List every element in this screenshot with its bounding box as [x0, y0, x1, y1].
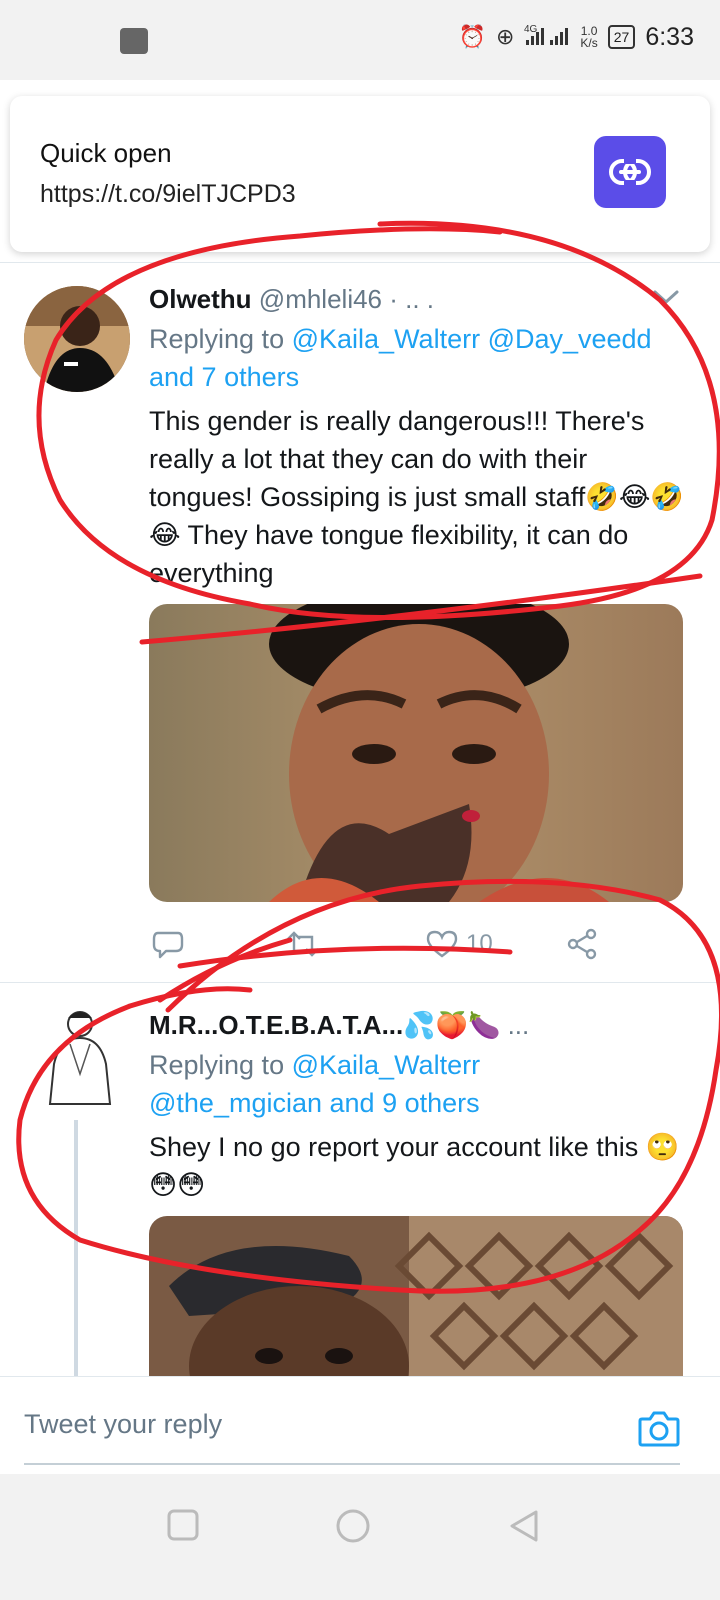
open-link-button[interactable] [594, 136, 666, 208]
reply-button[interactable] [152, 929, 286, 959]
tweet-text: This gender is really dangerous!!! There… [149, 406, 684, 588]
recents-button[interactable] [166, 1508, 200, 1542]
home-button[interactable] [335, 1508, 371, 1544]
link-icon [609, 158, 651, 186]
tweet-2[interactable]: M.R...O.T.E.B.A.T.A...💦🍑🍆 ... Replying t… [0, 984, 720, 1396]
alarm-icon: ⏰ [458, 24, 486, 49]
reply-composer: Tweet your reply [0, 1376, 720, 1471]
reply-context: Replying to @Kaila_Walterr @Day_veedd an… [149, 320, 689, 396]
quick-open-url[interactable]: https://t.co/9ielTJCPD3 [40, 180, 296, 209]
retweet-icon [287, 931, 319, 957]
share-icon [567, 928, 597, 960]
tweet-author[interactable]: Olwethu @mhleli46 · .. . [149, 284, 434, 315]
notification-icon [120, 28, 148, 54]
name-suffix: ... [500, 1010, 530, 1040]
tweet-reply-input[interactable]: Tweet your reply [24, 1409, 222, 1440]
network-rate-unit: K/s [580, 36, 598, 50]
author-name[interactable]: Olwethu [149, 284, 252, 314]
reply-mentions[interactable]: @Kaila_Walterr [292, 1050, 480, 1080]
tweet-image[interactable] [149, 1216, 683, 1396]
tweet-actions: 10 [152, 928, 612, 960]
tweet-image[interactable] [149, 604, 683, 902]
battery-indicator: 27 [607, 25, 636, 49]
avatar[interactable] [40, 1004, 120, 1116]
reply-others-link[interactable]: and 7 others [149, 362, 299, 392]
reply-mentions[interactable]: @Kaila_Walterr @Day_veedd [292, 324, 652, 354]
reply-prefix: Replying to [149, 324, 285, 354]
clock: 6:33 [645, 22, 694, 51]
like-count: 10 [466, 930, 493, 957]
handle-suffix: · .. . [382, 284, 435, 314]
tweet-author[interactable]: M.R...O.T.E.B.A.T.A...💦🍑🍆 ... [149, 1010, 529, 1041]
author-handle[interactable]: @mhleli46 [259, 284, 382, 314]
input-underline [24, 1463, 680, 1465]
status-icons: ⏰ ⊕ 4G 1.0 K/s 27 6:33 [459, 22, 694, 52]
tweet-text: Shey I no go report your account like th… [149, 1132, 680, 1200]
like-button[interactable]: 10 [426, 930, 566, 958]
back-button[interactable] [508, 1508, 540, 1544]
tweet-1[interactable]: Olwethu @mhleli46 · .. . Replying to @Ka… [0, 264, 720, 982]
divider [0, 262, 720, 263]
retweet-button[interactable] [286, 931, 426, 957]
author-name[interactable]: M.R...O.T.E.B.A.T.A...💦🍑🍆 [149, 1010, 500, 1040]
reply-context: Replying to @Kaila_Walterr @the_mgician … [149, 1046, 689, 1122]
chevron-down-icon[interactable] [652, 288, 680, 306]
quick-open-title: Quick open [40, 138, 172, 168]
network-speed: 1.0 K/s [580, 25, 597, 49]
quick-open-card[interactable]: Quick open https://t.co/9ielTJCPD3 [10, 96, 710, 252]
thread-line [74, 1120, 78, 1376]
share-button[interactable] [566, 928, 598, 960]
system-nav-bar [0, 1474, 720, 1600]
divider [0, 982, 720, 983]
reply-mentions-2[interactable]: @the_mgician [149, 1088, 322, 1118]
reply-others-link[interactable]: and 9 others [330, 1088, 480, 1118]
reply-prefix: Replying to [149, 1050, 285, 1080]
reply-icon [152, 931, 184, 959]
signal-icon: 4G [524, 22, 570, 52]
avatar[interactable] [24, 286, 130, 392]
data-saver-icon: ⊕ [495, 24, 515, 49]
status-bar: ⏰ ⊕ 4G 1.0 K/s 27 6:33 [0, 0, 720, 80]
signal-label: 4G [524, 24, 538, 35]
camera-icon[interactable] [638, 1409, 680, 1447]
heart-icon [426, 930, 458, 958]
